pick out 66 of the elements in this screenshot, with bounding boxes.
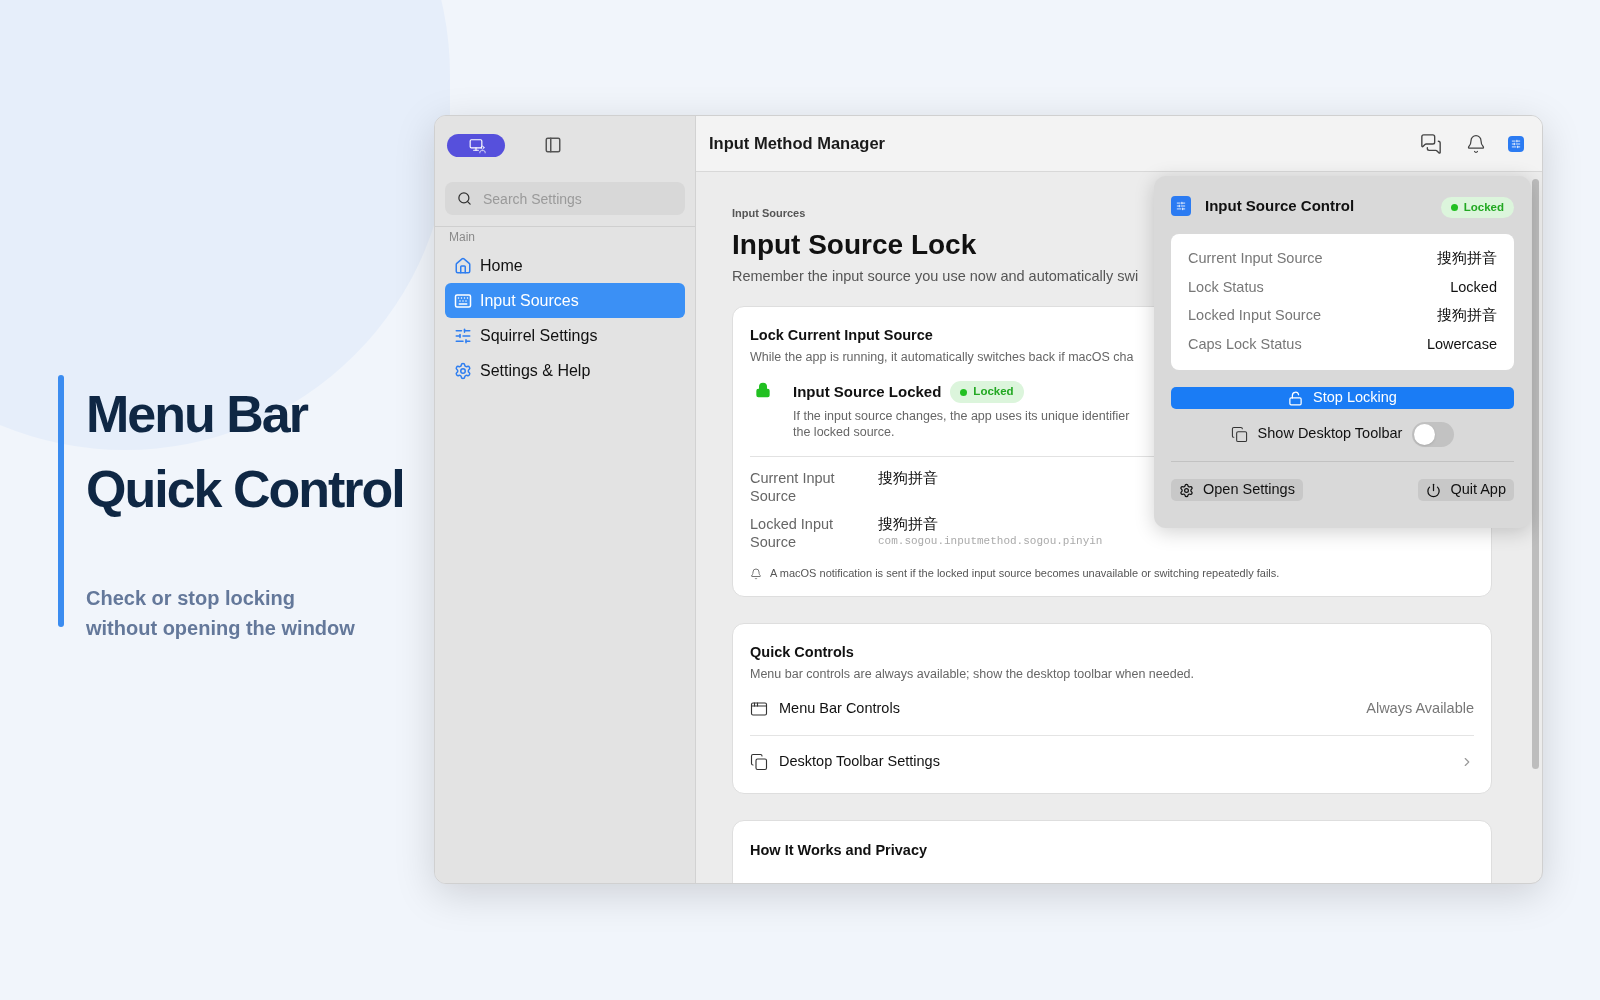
- card-description: While the app is running, it automatically switches back if macOS cha: [750, 349, 1134, 366]
- app-icon: [1508, 135, 1524, 152]
- card-title: Lock Current Input Source: [750, 326, 933, 346]
- unlock-icon: [1288, 390, 1304, 406]
- info-label: Current Input Source: [1188, 249, 1323, 269]
- card-title: Quick Controls: [750, 642, 854, 662]
- row-label: Locked Input Source: [750, 515, 835, 552]
- row-value: 搜狗拼音: [878, 469, 938, 488]
- sidebar-item[interactable]: Settings & Help: [445, 353, 685, 388]
- toggle-switch[interactable]: [1412, 421, 1455, 447]
- chat-bubbles-icon[interactable]: [1418, 132, 1444, 155]
- row-value: Always Available: [1366, 699, 1474, 719]
- status-badge: Locked: [1440, 196, 1514, 219]
- breadcrumb: Input Sources: [732, 206, 806, 221]
- power-icon: [1426, 482, 1442, 498]
- status-title: Input Source Locked: [793, 381, 942, 402]
- promo-subtitle: Check or stop locking: [86, 586, 296, 611]
- lock-icon: [755, 380, 771, 399]
- search-icon: [457, 191, 472, 206]
- info-value: Lowercase: [1426, 334, 1497, 354]
- toggle-label: Show Desktop Toolbar: [1257, 424, 1403, 444]
- source-identifier: com.sogou.inputmethod.sogou.pinyin: [878, 534, 1103, 550]
- house-icon: [454, 256, 472, 275]
- stop-locking-button[interactable]: Stop Locking: [1171, 387, 1514, 409]
- promo-title: Menu Bar: [86, 384, 309, 445]
- sidebar-item[interactable]: Home: [445, 248, 685, 283]
- window-title: Input Method Manager: [709, 133, 885, 155]
- keyboard-icon: [454, 291, 472, 310]
- card-description: Menu bar controls are always available; show the desktop toolbar when needed.: [750, 665, 1195, 683]
- row-value: 搜狗拼音: [878, 515, 939, 534]
- info-value: Locked: [1450, 277, 1497, 297]
- bell-icon[interactable]: [1466, 133, 1486, 154]
- gear-icon: [454, 361, 472, 380]
- info-label: Caps Lock Status: [1188, 334, 1302, 354]
- info-label: Lock Status: [1188, 277, 1264, 297]
- sliders-icon: [454, 326, 472, 345]
- page-title: Input Source Lock: [732, 227, 977, 262]
- info-value: 搜狗拼音: [1437, 306, 1497, 326]
- popover-title: Input Source Control: [1205, 195, 1355, 216]
- settings-row[interactable]: Desktop Toolbar Settings: [750, 735, 1474, 788]
- app-icon: [1171, 196, 1191, 216]
- monitor-user-icon: [467, 138, 485, 152]
- open-settings-button[interactable]: Open Settings: [1171, 479, 1303, 501]
- search-field[interactable]: Search Settings: [445, 182, 685, 215]
- status-description: the locked source.: [793, 424, 896, 441]
- page-description: Remember the input source you use now and automatically swi: [732, 266, 1139, 286]
- stacked-windows-icon: [750, 752, 768, 771]
- promo-subtitle: without opening the window: [86, 616, 356, 641]
- info-value: 搜狗拼音: [1437, 249, 1497, 269]
- status-description: If the input source changes, the app uses its unique identifier: [793, 408, 1130, 425]
- status-badge: Locked: [950, 381, 1024, 403]
- profile-button[interactable]: [447, 133, 505, 157]
- row-label: Current Input Source: [750, 469, 836, 506]
- bell-icon: [750, 567, 762, 580]
- info-label: Locked Input Source: [1188, 306, 1321, 326]
- settings-row: Menu Bar Controls Always Available: [750, 683, 1474, 736]
- window-icon: [750, 700, 768, 719]
- promo-title: Quick Control: [86, 459, 404, 520]
- section-label: Main: [449, 229, 476, 246]
- sidebar-toggle-icon[interactable]: [543, 136, 563, 154]
- stacked-windows-icon: [1230, 425, 1248, 443]
- gear-icon: [1179, 482, 1194, 498]
- quit-app-button[interactable]: Quit App: [1418, 479, 1514, 501]
- notification-note: A macOS notification is sent if the locked input source becomes unavailable or switching repeatedly fails.: [770, 566, 1280, 582]
- card-title: How It Works and Privacy: [750, 842, 927, 859]
- sidebar-item[interactable]: Squirrel Settings: [445, 318, 685, 353]
